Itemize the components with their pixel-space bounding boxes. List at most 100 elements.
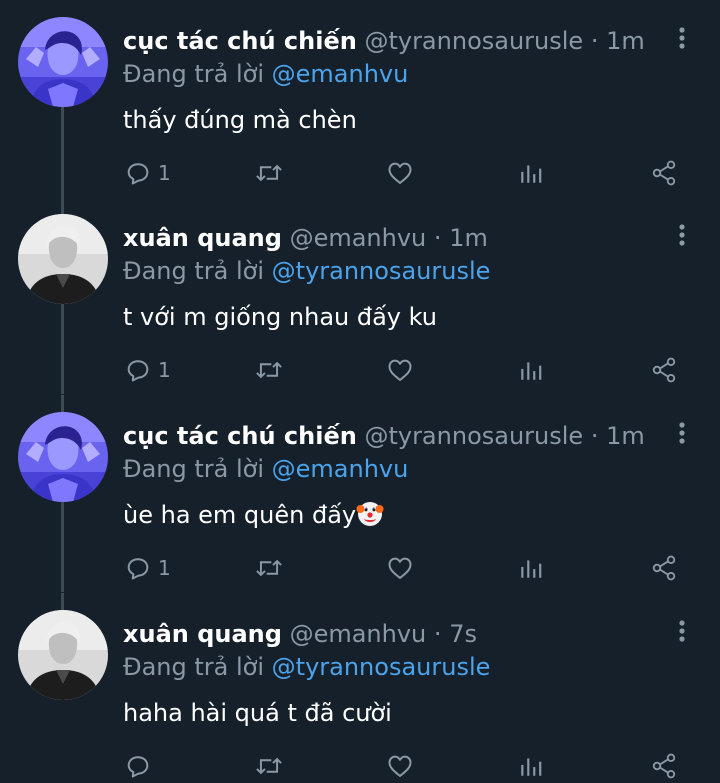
like-button[interactable] xyxy=(386,353,414,387)
mention-link[interactable]: @tyrannosaurusle xyxy=(272,257,491,285)
thread-line xyxy=(61,107,64,197)
tweet-header: xuân quang @emanhvu · 1m xyxy=(123,223,488,253)
user-handle[interactable]: @tyrannosaurusle xyxy=(364,422,583,450)
retweet-icon xyxy=(256,164,282,182)
retweet-button[interactable] xyxy=(254,749,284,783)
thread-line xyxy=(61,395,64,412)
share-button[interactable] xyxy=(650,156,678,190)
reply-count: 1 xyxy=(158,161,171,185)
tweet-text: haha hài quá t đã cười xyxy=(123,699,392,727)
analytics-icon xyxy=(521,758,542,776)
share-button[interactable] xyxy=(650,353,678,387)
tweet-actions: 1 xyxy=(120,353,690,387)
reply-count: 1 xyxy=(158,358,171,382)
avatar[interactable] xyxy=(18,610,108,700)
thread-line xyxy=(61,593,64,610)
heart-icon xyxy=(388,557,412,579)
replying-to: Đang trả lời @tyrannosaurusle xyxy=(123,256,490,286)
meta-separator: · xyxy=(433,620,442,648)
avatar[interactable] xyxy=(18,412,108,502)
analytics-button[interactable] xyxy=(518,749,544,783)
tweet[interactable]: cục tác chú chiến @tyrannosaurusle · 1m … xyxy=(0,0,720,197)
reply-button[interactable]: 1 xyxy=(124,156,171,190)
analytics-button[interactable] xyxy=(518,156,544,190)
share-button[interactable] xyxy=(650,551,678,585)
mention-link[interactable]: @emanhvu xyxy=(272,455,409,483)
retweet-button[interactable] xyxy=(254,551,284,585)
analytics-icon xyxy=(521,165,542,183)
tweet[interactable]: cục tác chú chiến @tyrannosaurusle · 1m … xyxy=(0,395,720,592)
timestamp[interactable]: 1m xyxy=(449,224,488,252)
timestamp[interactable]: 1m xyxy=(606,27,645,55)
avatar[interactable] xyxy=(18,17,108,107)
display-name[interactable]: xuân quang xyxy=(123,224,282,252)
tweet-text: ùe ha em quên đấy xyxy=(123,501,357,529)
tweet-text: thấy đúng mà chèn xyxy=(123,106,357,134)
tweet-text: t với m giống nhau đấy ku xyxy=(123,303,438,331)
mention-link[interactable]: @emanhvu xyxy=(272,60,409,88)
timestamp[interactable]: 1m xyxy=(606,422,645,450)
meta-separator: · xyxy=(590,422,599,450)
tweet-header: cục tác chú chiến @tyrannosaurusle · 1m xyxy=(123,26,645,56)
retweet-icon xyxy=(256,361,282,379)
more-vertical-icon[interactable] xyxy=(672,619,692,645)
replying-prefix: Đang trả lời xyxy=(123,455,265,483)
thread-line xyxy=(61,502,64,592)
retweet-icon xyxy=(256,757,282,775)
share-icon xyxy=(652,357,676,383)
like-button[interactable] xyxy=(386,551,414,585)
clown-face-icon xyxy=(356,502,384,526)
meta-separator: · xyxy=(433,224,442,252)
replying-prefix: Đang trả lời xyxy=(123,60,265,88)
analytics-icon xyxy=(521,560,542,578)
heart-icon xyxy=(388,755,412,777)
like-button[interactable] xyxy=(386,156,414,190)
reply-icon xyxy=(127,360,149,382)
share-icon xyxy=(652,753,676,779)
replying-to: Đang trả lời @tyrannosaurusle xyxy=(123,652,490,682)
retweet-icon xyxy=(256,559,282,577)
more-vertical-icon[interactable] xyxy=(672,26,692,52)
user-handle[interactable]: @emanhvu xyxy=(290,620,427,648)
reply-button[interactable]: 1 xyxy=(124,353,171,387)
reply-icon xyxy=(127,558,149,580)
tweet-actions: 1 xyxy=(120,156,690,190)
user-handle[interactable]: @emanhvu xyxy=(290,224,427,252)
heart-icon xyxy=(388,359,412,381)
replying-to: Đang trả lời @emanhvu xyxy=(123,59,408,89)
meta-separator: · xyxy=(590,27,599,55)
replying-prefix: Đang trả lời xyxy=(123,653,265,681)
reply-button[interactable]: 1 xyxy=(124,551,171,585)
like-button[interactable] xyxy=(386,749,414,783)
replying-to: Đang trả lời @emanhvu xyxy=(123,454,408,484)
thread-line xyxy=(61,197,64,214)
avatar[interactable] xyxy=(18,214,108,304)
display-name[interactable]: cục tác chú chiến xyxy=(123,27,357,55)
thread-line xyxy=(61,304,64,394)
tweet-header: cục tác chú chiến @tyrannosaurusle · 1m xyxy=(123,421,645,451)
display-name[interactable]: xuân quang xyxy=(123,620,282,648)
avatar-blue-portrait xyxy=(18,17,108,107)
reply-count: 1 xyxy=(158,556,171,580)
display-name[interactable]: cục tác chú chiến xyxy=(123,422,357,450)
user-handle[interactable]: @tyrannosaurusle xyxy=(364,27,583,55)
tweet[interactable]: xuân quang @emanhvu · 1m Đang trả lời @t… xyxy=(0,197,720,394)
mention-link[interactable]: @tyrannosaurusle xyxy=(272,653,491,681)
avatar-bw-portrait xyxy=(18,214,108,304)
share-button[interactable] xyxy=(650,749,678,783)
share-icon xyxy=(652,555,676,581)
more-vertical-icon[interactable] xyxy=(672,421,692,447)
tweet-actions xyxy=(120,749,690,783)
heart-icon xyxy=(388,162,412,184)
analytics-button[interactable] xyxy=(518,551,544,585)
analytics-button[interactable] xyxy=(518,353,544,387)
tweet[interactable]: xuân quang @emanhvu · 7s Đang trả lời @t… xyxy=(0,593,720,782)
more-vertical-icon[interactable] xyxy=(672,223,692,249)
retweet-button[interactable] xyxy=(254,353,284,387)
reply-icon xyxy=(127,163,149,185)
timestamp[interactable]: 7s xyxy=(449,620,477,648)
reply-button[interactable] xyxy=(124,749,158,783)
retweet-button[interactable] xyxy=(254,156,284,190)
tweet-header: xuân quang @emanhvu · 7s xyxy=(123,619,477,649)
replying-prefix: Đang trả lời xyxy=(123,257,265,285)
